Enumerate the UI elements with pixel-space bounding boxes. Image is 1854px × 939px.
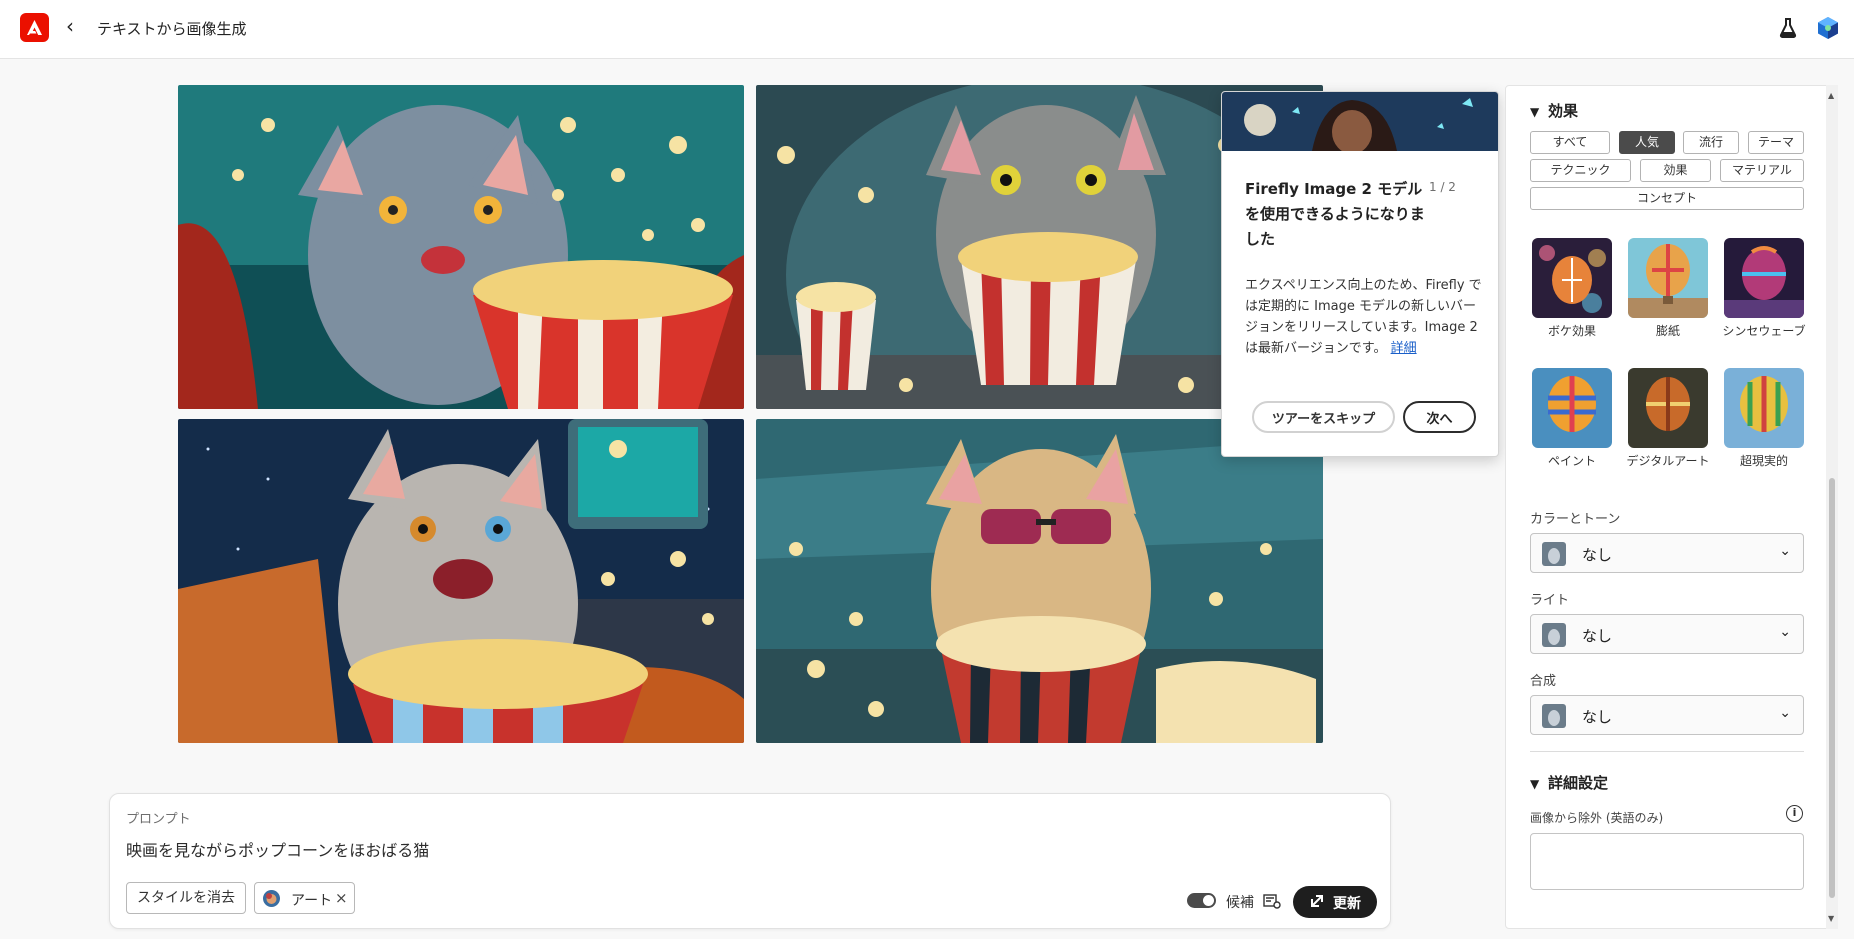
composition-dropdown[interactable]: なし ⌄: [1530, 695, 1804, 735]
panel-scrollbar[interactable]: ▲ ▼: [1826, 85, 1838, 929]
style-label-synthwave: シンセウェーブ: [1722, 324, 1806, 338]
chevron-down-icon: ⌄: [1779, 543, 1791, 559]
filter-effect[interactable]: 効果: [1640, 159, 1711, 182]
generated-image-3[interactable]: [178, 419, 744, 743]
advanced-section-header[interactable]: ▼ 詳細設定: [1530, 772, 1608, 793]
prompt-label: プロンプト: [126, 812, 191, 827]
close-icon[interactable]: ×: [335, 889, 348, 907]
effects-section-header[interactable]: ▼ 効果: [1530, 100, 1578, 121]
tour-body-text: エクスペリエンス向上のため、Firefly では定期的に Image モデルの新…: [1245, 278, 1482, 356]
chevron-down-icon: ▼: [1530, 777, 1540, 791]
tour-hero-image: [1222, 92, 1498, 154]
filter-all[interactable]: すべて: [1530, 131, 1610, 154]
page-title: テキストから画像生成: [97, 20, 247, 38]
tour-title: Firefly Image 2 モデルを使用できるようになりました: [1245, 180, 1425, 248]
exclude-input[interactable]: [1530, 833, 1804, 890]
filter-trending[interactable]: 流行: [1683, 131, 1739, 154]
top-bar: ‹ テキストから画像生成: [0, 0, 1854, 59]
color-tone-value: なし: [1582, 546, 1613, 564]
style-chip-art[interactable]: アート ×: [254, 882, 355, 914]
filter-material[interactable]: マテリアル: [1720, 159, 1804, 182]
clear-style-button[interactable]: スタイルを消去: [126, 882, 246, 914]
candidate-toggle[interactable]: [1187, 893, 1216, 908]
chevron-down-icon: ⌄: [1779, 705, 1791, 721]
scroll-down-icon[interactable]: ▼: [1828, 914, 1834, 923]
color-tone-dropdown[interactable]: なし ⌄: [1530, 533, 1804, 573]
none-thumbnail-icon: [1542, 542, 1566, 566]
prompt-input[interactable]: 映画を見ながらポップコーンをほおばる猫: [126, 837, 429, 861]
flask-icon[interactable]: [1776, 16, 1800, 40]
info-icon[interactable]: i: [1786, 805, 1803, 822]
candidate-settings-icon[interactable]: [1263, 893, 1281, 909]
style-label-hyper-realistic: 超現実的: [1739, 454, 1788, 468]
update-label: 更新: [1333, 896, 1361, 912]
avatar[interactable]: [1816, 16, 1840, 40]
filter-popular[interactable]: 人気: [1619, 131, 1675, 154]
style-chip-label: アート: [291, 893, 333, 909]
composition-value: なし: [1582, 708, 1613, 726]
generated-image-4[interactable]: [756, 419, 1323, 743]
composition-label: 合成: [1530, 674, 1557, 689]
none-thumbnail-icon: [1542, 704, 1566, 728]
light-label: ライト: [1530, 593, 1570, 608]
advanced-title: 詳細設定: [1548, 774, 1609, 792]
settings-panel: ▼ 効果 すべて 人気 流行 テーマ テクニック 効果 マテリアル コンセプト ボ…: [1505, 85, 1838, 929]
style-hyper-realistic[interactable]: [1724, 368, 1804, 448]
divider: [1530, 751, 1804, 752]
light-value: なし: [1582, 627, 1613, 645]
chevron-down-icon: ⌄: [1779, 624, 1791, 640]
filter-theme[interactable]: テーマ: [1748, 131, 1804, 154]
refresh-icon: [1310, 894, 1324, 912]
chevron-down-icon: ▼: [1530, 105, 1540, 119]
tour-popover: Firefly Image 2 モデルを使用できるようになりました 1 / 2 …: [1221, 91, 1499, 457]
none-thumbnail-icon: [1542, 623, 1566, 647]
learn-more-link[interactable]: 詳細: [1391, 341, 1417, 356]
tour-body: エクスペリエンス向上のため、Firefly では定期的に Image モデルの新…: [1245, 275, 1485, 359]
style-label-digital-art: デジタルアート: [1626, 454, 1710, 468]
light-dropdown[interactable]: なし ⌄: [1530, 614, 1804, 654]
color-tone-label: カラーとトーン: [1530, 512, 1621, 527]
prompt-panel: プロンプト 映画を見ながらポップコーンをほおばる猫 スタイルを消去 アート × …: [109, 793, 1391, 929]
filter-technique[interactable]: テクニック: [1530, 159, 1631, 182]
tour-step-indicator: 1 / 2: [1429, 180, 1456, 194]
effects-title: 効果: [1548, 102, 1579, 120]
style-label-bokeh: ボケ効果: [1547, 324, 1596, 338]
style-synthwave[interactable]: [1724, 238, 1804, 318]
exclude-label: 画像から除外 (英語のみ): [1530, 811, 1664, 825]
generated-image-1[interactable]: [178, 85, 744, 409]
filter-concept[interactable]: コンセプト: [1530, 187, 1804, 210]
adobe-logo-icon[interactable]: [20, 13, 49, 42]
scroll-up-icon[interactable]: ▲: [1828, 91, 1834, 100]
style-label-paint: ペイント: [1547, 454, 1596, 468]
scroll-thumb[interactable]: [1829, 478, 1835, 898]
art-thumbnail-icon: [263, 890, 280, 907]
update-button[interactable]: 更新: [1293, 886, 1377, 918]
style-label-papercraft: 膨紙: [1655, 324, 1680, 338]
style-bokeh[interactable]: [1532, 238, 1612, 318]
candidate-label: 候補: [1226, 895, 1254, 911]
style-digital-art[interactable]: [1628, 368, 1708, 448]
style-paint[interactable]: [1532, 368, 1612, 448]
skip-tour-button[interactable]: ツアーをスキップ: [1252, 401, 1395, 433]
next-button[interactable]: 次へ: [1403, 401, 1476, 433]
chevron-left-icon[interactable]: ‹: [66, 16, 86, 36]
style-papercraft[interactable]: [1628, 238, 1708, 318]
